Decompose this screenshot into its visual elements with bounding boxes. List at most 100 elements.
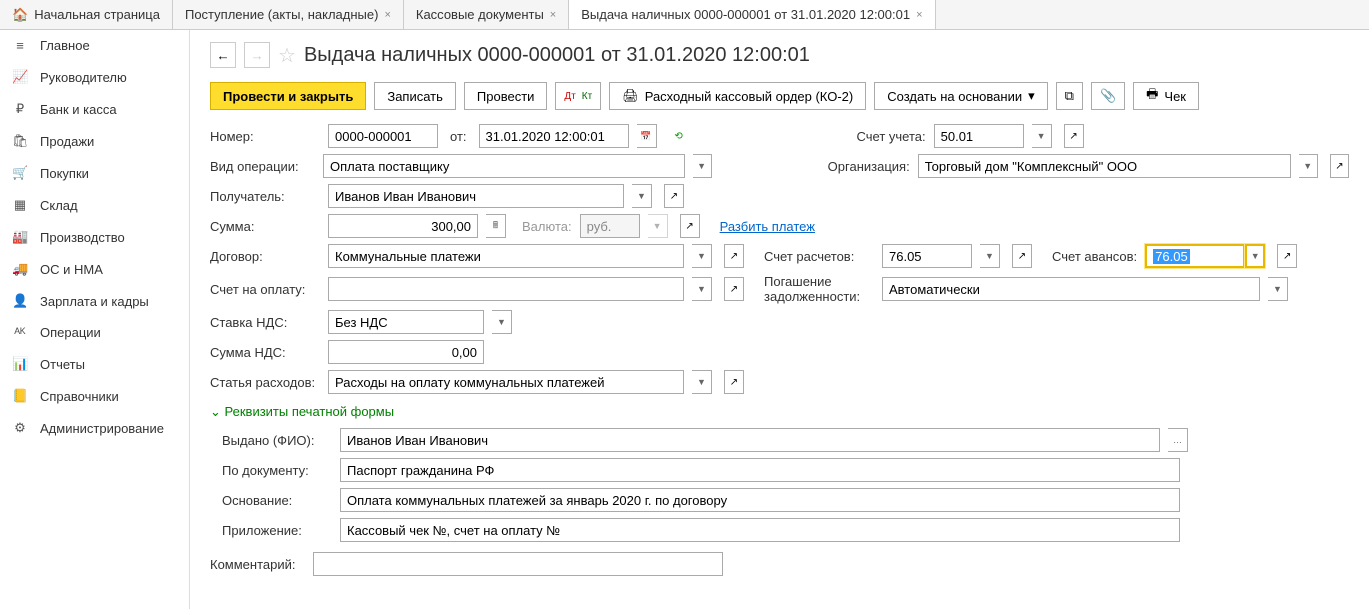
split-payment-link[interactable]: Разбить платеж: [720, 219, 815, 234]
attach-input[interactable]: [340, 518, 1180, 542]
currency-label: Валюта:: [522, 219, 572, 234]
tree-icon: ⧉: [1065, 88, 1074, 104]
org-input[interactable]: [918, 154, 1291, 178]
tab-label: Начальная страница: [34, 7, 160, 22]
open-button[interactable]: ↗: [724, 244, 744, 268]
basis-label: Основание:: [222, 493, 332, 508]
truck-icon: 🚚: [12, 261, 28, 277]
sidebar-item-label: Руководителю: [40, 70, 127, 85]
post-and-close-button[interactable]: Провести и закрыть: [210, 82, 366, 110]
sidebar-item-manager[interactable]: 📈Руководителю: [0, 61, 189, 93]
open-button[interactable]: ↗: [1012, 244, 1032, 268]
comment-input[interactable]: [313, 552, 723, 576]
basis-input[interactable]: [340, 488, 1180, 512]
sidebar-item-label: Продажи: [40, 134, 94, 149]
structure-button[interactable]: ⧉: [1056, 82, 1083, 110]
open-button[interactable]: ↗: [1277, 244, 1297, 268]
sidebar: ≡Главное 📈Руководителю ₽Банк и касса 🛍Пр…: [0, 30, 190, 609]
expense-label: Статья расходов:: [210, 375, 320, 390]
account-input[interactable]: [934, 124, 1024, 148]
calendar-button[interactable]: 📅: [637, 124, 657, 148]
dropdown-button[interactable]: ▼: [632, 184, 652, 208]
attach-button[interactable]: 📎: [1091, 82, 1125, 110]
book-icon: 📒: [12, 388, 28, 404]
create-based-button[interactable]: Создать на основании▾: [874, 82, 1047, 110]
tab-home[interactable]: 🏠 Начальная страница: [0, 0, 173, 29]
contract-label: Договор:: [210, 249, 320, 264]
open-button[interactable]: ↗: [724, 370, 744, 394]
open-button[interactable]: ↗: [1064, 124, 1084, 148]
dropdown-button[interactable]: ▼: [1032, 124, 1052, 148]
vatrate-input[interactable]: [328, 310, 484, 334]
sum-input[interactable]: [328, 214, 478, 238]
dropdown-button[interactable]: ▼: [492, 310, 512, 334]
back-button[interactable]: ←: [210, 42, 236, 68]
vatsum-label: Сумма НДС:: [210, 345, 320, 360]
dropdown-button[interactable]: ▼: [1245, 244, 1265, 268]
tab-cash-docs[interactable]: Кассовые документы ×: [404, 0, 569, 29]
dropdown-button[interactable]: ▼: [1268, 277, 1288, 301]
optype-label: Вид операции:: [210, 159, 315, 174]
close-icon[interactable]: ×: [916, 9, 922, 21]
debt-input[interactable]: [882, 277, 1260, 301]
optype-input[interactable]: [323, 154, 685, 178]
date-input[interactable]: [479, 124, 629, 148]
advance-input[interactable]: 76.05: [1145, 244, 1245, 268]
sidebar-item-admin[interactable]: ⚙Администрирование: [0, 412, 189, 444]
sidebar-item-warehouse[interactable]: ▦Склад: [0, 189, 189, 221]
sidebar-item-main[interactable]: ≡Главное: [0, 30, 189, 61]
post-button[interactable]: Провести: [464, 82, 548, 110]
dropdown-button[interactable]: ▼: [692, 370, 712, 394]
dropdown-button[interactable]: ▼: [1299, 154, 1318, 178]
expense-input[interactable]: [328, 370, 684, 394]
dropdown-button[interactable]: ▼: [692, 244, 712, 268]
contract-input[interactable]: [328, 244, 684, 268]
dropdown-button[interactable]: ▼: [692, 277, 712, 301]
sidebar-item-label: ОС и НМА: [40, 262, 103, 277]
sidebar-item-assets[interactable]: 🚚 ОС и НМА: [0, 253, 189, 285]
sidebar-item-sales[interactable]: 🛍Продажи: [0, 125, 189, 157]
vatsum-input[interactable]: [328, 340, 484, 364]
sidebar-item-catalogs[interactable]: 📒Справочники: [0, 380, 189, 412]
dropdown-button[interactable]: ▼: [648, 214, 668, 238]
settle-input[interactable]: [882, 244, 972, 268]
print-button[interactable]: 🖨Расходный кассовый ордер (КО-2): [609, 82, 866, 110]
sidebar-item-purchases[interactable]: 🛒Покупки: [0, 157, 189, 189]
refresh-button[interactable]: ⟲: [669, 124, 689, 148]
sidebar-item-bank[interactable]: ₽Банк и касса: [0, 93, 189, 125]
open-button[interactable]: ↗: [664, 184, 684, 208]
button-label: Расходный кассовый ордер (КО-2): [645, 89, 854, 104]
tab-cash-out[interactable]: Выдача наличных 0000-000001 от 31.01.202…: [569, 0, 935, 29]
close-icon[interactable]: ×: [384, 9, 390, 21]
open-button[interactable]: ↗: [724, 277, 744, 301]
tab-receipts[interactable]: Поступление (акты, накладные) ×: [173, 0, 404, 29]
receipt-button[interactable]: 🖶Чек: [1133, 82, 1199, 110]
invoice-input[interactable]: [328, 277, 684, 301]
bars-icon: 📊: [12, 356, 28, 372]
number-input[interactable]: [328, 124, 438, 148]
tab-bar: 🏠 Начальная страница Поступление (акты, …: [0, 0, 1369, 30]
favorite-icon[interactable]: ☆: [278, 43, 296, 68]
dtkt-button[interactable]: ДтКт: [555, 82, 601, 110]
ellipsis-button[interactable]: …: [1168, 428, 1188, 452]
sidebar-item-label: Главное: [40, 38, 90, 53]
open-button[interactable]: ↗: [680, 214, 700, 238]
sidebar-item-hr[interactable]: 👤Зарплата и кадры: [0, 285, 189, 317]
recipient-input[interactable]: [328, 184, 624, 208]
dropdown-button[interactable]: ▼: [980, 244, 1000, 268]
issued-input[interactable]: [340, 428, 1160, 452]
print-details-section[interactable]: Реквизиты печатной формы: [210, 404, 1349, 420]
close-icon[interactable]: ×: [550, 9, 556, 21]
sidebar-item-label: Банк и касса: [40, 102, 117, 117]
dropdown-button[interactable]: ▼: [693, 154, 712, 178]
sidebar-item-production[interactable]: 🏭Производство: [0, 221, 189, 253]
open-button[interactable]: ↗: [1330, 154, 1349, 178]
calc-button[interactable]: 🖩: [486, 214, 506, 238]
dtkt-icon: Дт: [564, 91, 575, 102]
save-button[interactable]: Записать: [374, 82, 456, 110]
forward-button[interactable]: →: [244, 42, 270, 68]
from-label: от:: [450, 129, 467, 144]
sidebar-item-operations[interactable]: ᴬᴷОперации: [0, 317, 189, 348]
bydoc-input[interactable]: [340, 458, 1180, 482]
sidebar-item-reports[interactable]: 📊Отчеты: [0, 348, 189, 380]
